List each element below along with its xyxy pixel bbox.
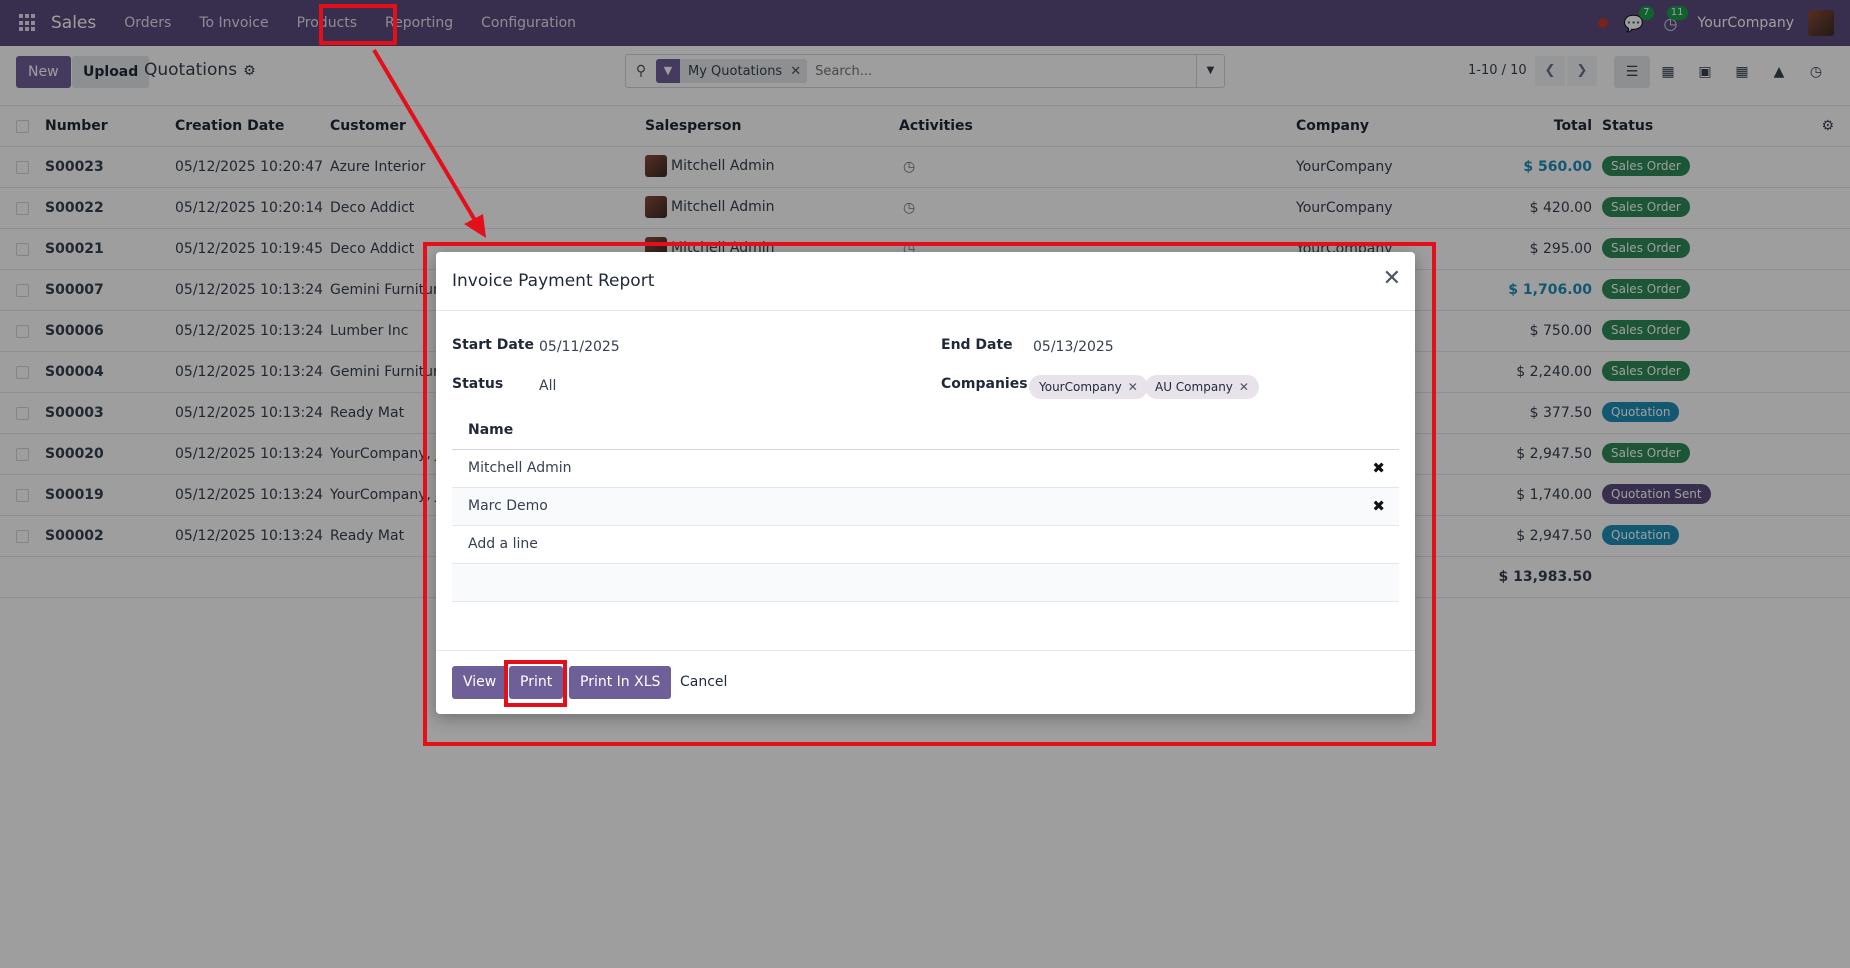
arrow-line [372,48,478,224]
annotation-arrow [372,48,486,238]
